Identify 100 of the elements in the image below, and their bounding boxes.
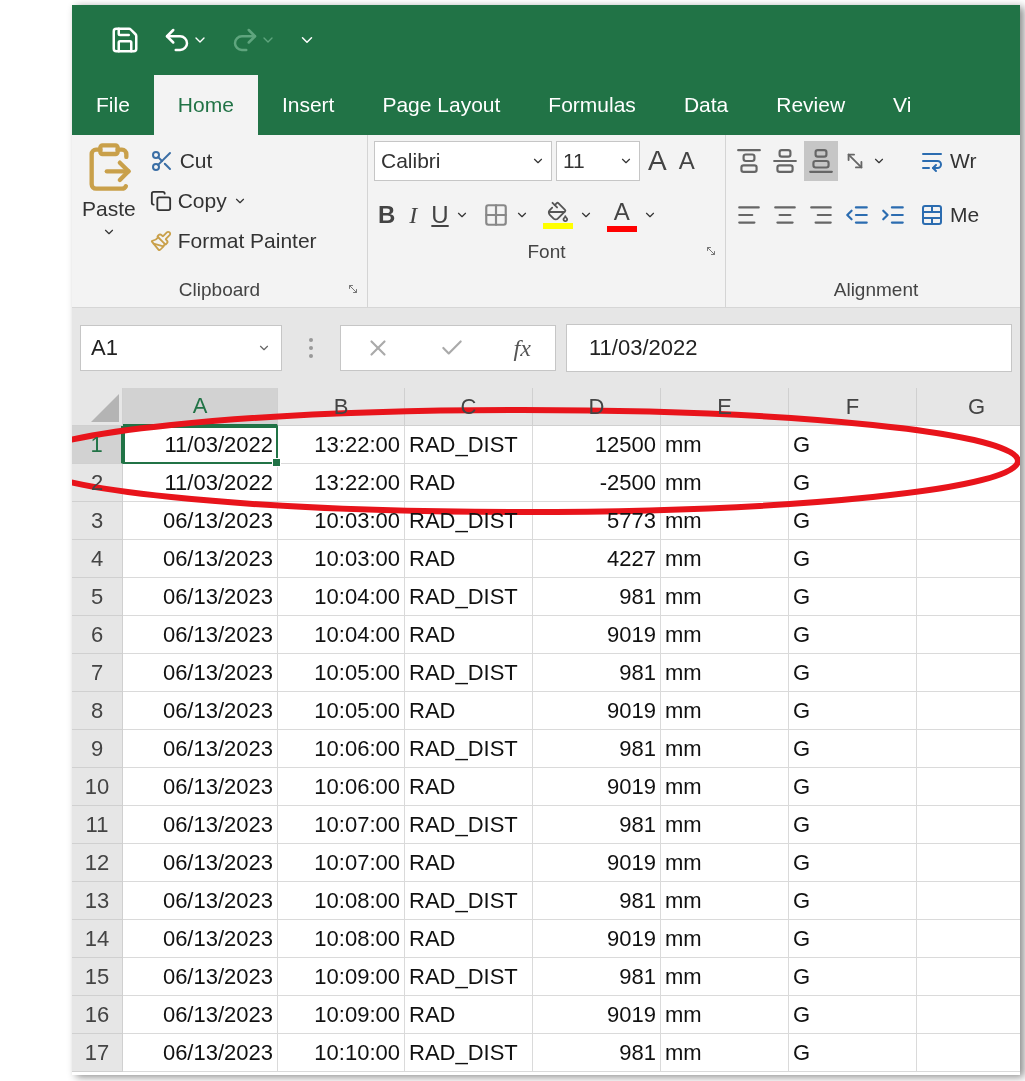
table-cell: mm	[665, 963, 702, 990]
table-cell: G	[793, 1001, 811, 1028]
launcher-icon	[347, 283, 359, 295]
table-cell: RAD	[409, 545, 456, 572]
table-cell: RAD	[409, 697, 456, 724]
bold-button[interactable]: B	[374, 195, 400, 235]
row-header[interactable]: 11	[72, 806, 123, 844]
table-cell: 9019	[607, 697, 656, 724]
table-cell: RAD	[409, 849, 456, 876]
ribbon-tab[interactable]: Review	[752, 75, 870, 135]
row-header[interactable]: 8	[72, 692, 123, 730]
save-button[interactable]	[110, 25, 140, 55]
font-name-field[interactable]: Calibri	[374, 141, 552, 181]
row-header[interactable]: 7	[72, 654, 123, 692]
row-header[interactable]: 13	[72, 882, 123, 920]
table-cell: 10:08:00	[314, 887, 400, 914]
underline-button[interactable]: U	[427, 195, 473, 235]
table-cell: 06/13/2023	[162, 545, 273, 572]
ribbon-tab[interactable]: File	[72, 75, 154, 135]
active-cell[interactable]: 11/03/2022	[123, 426, 278, 464]
table-cell: RAD_DIST	[409, 811, 518, 838]
paintbrush-icon	[149, 230, 172, 252]
table-cell: 9019	[607, 773, 656, 800]
ribbon-tab[interactable]: Home	[153, 75, 258, 135]
table-cell: 10:04:00	[314, 621, 400, 648]
table-cell: mm	[665, 659, 702, 686]
font-size-field[interactable]: 11	[556, 141, 640, 181]
wrap-text-button[interactable]: Wr	[916, 141, 984, 181]
ribbon-tab[interactable]: Insert	[257, 75, 359, 135]
table-cell: 10:05:00	[314, 697, 400, 724]
align-icon	[736, 148, 762, 174]
table-cell: mm	[665, 887, 702, 914]
borders-icon	[482, 202, 509, 228]
ribbon-tab[interactable]: Vi	[869, 75, 936, 135]
table-cell: 10:09:00	[314, 963, 400, 990]
table-cell: 9019	[607, 849, 656, 876]
table-cell: G	[793, 545, 811, 572]
insert-function-button[interactable]: fx	[513, 334, 531, 362]
merge-button[interactable]: Me	[916, 195, 984, 235]
table-cell: 10:10:00	[314, 1039, 400, 1066]
table-cell: mm	[665, 583, 702, 610]
column-header[interactable]: G	[917, 388, 1020, 426]
ribbon-tab[interactable]: Page Layout	[358, 75, 525, 135]
row-header[interactable]: 5	[72, 578, 123, 616]
table-cell: 9019	[607, 621, 656, 648]
vertical-align-button[interactable]	[804, 141, 838, 181]
ribbon-tab[interactable]: Formulas	[524, 75, 660, 135]
row-header[interactable]: 12	[72, 844, 123, 882]
format-painter-button[interactable]: Format Painter	[145, 221, 321, 261]
table-cell: RAD_DIST	[409, 963, 518, 990]
copy-button[interactable]: Copy	[145, 181, 321, 221]
table-cell: mm	[665, 621, 702, 648]
name-box[interactable]: A1	[80, 325, 282, 371]
table-cell: 10:07:00	[314, 811, 400, 838]
table-cell: 13:22:00	[314, 469, 400, 496]
row-header[interactable]: 15	[72, 958, 123, 996]
table-cell: G	[793, 1039, 811, 1066]
paint-bucket-icon	[542, 201, 573, 229]
italic-button[interactable]: I	[405, 195, 422, 235]
table-cell: G	[793, 849, 811, 876]
table-cell: 06/13/2023	[162, 621, 273, 648]
table-cell: RAD	[409, 773, 456, 800]
table-cell: 06/13/2023	[162, 659, 273, 686]
row-header[interactable]: 16	[72, 996, 123, 1034]
table-cell: 981	[619, 1039, 656, 1066]
scissors-icon	[149, 149, 174, 173]
row-header[interactable]: 14	[72, 920, 123, 958]
table-cell: RAD_DIST	[409, 431, 518, 458]
fill-handle[interactable]	[272, 458, 281, 467]
group-label: Clipboard	[178, 279, 261, 301]
row-header[interactable]: 6	[72, 616, 123, 654]
table-cell: 981	[619, 659, 656, 686]
dialog-launcher[interactable]	[705, 245, 717, 257]
grip-icon	[308, 337, 314, 359]
table-cell: 9019	[607, 1001, 656, 1028]
table-cell: mm	[665, 507, 702, 534]
table-cell: 11/03/2022	[164, 431, 273, 458]
table-cell: 4227	[607, 545, 656, 572]
row-header[interactable]: 3	[72, 502, 123, 540]
row-header[interactable]: 4	[72, 540, 123, 578]
table-cell: G	[793, 659, 811, 686]
dialog-launcher[interactable]	[347, 283, 359, 295]
table-cell: mm	[665, 697, 702, 724]
table-cell: 5773	[607, 507, 656, 534]
triangle-icon	[91, 394, 119, 422]
table-cell: G	[793, 887, 811, 914]
row-header[interactable]: 9	[72, 730, 123, 768]
cut-button[interactable]: Cut	[145, 141, 321, 181]
row-header[interactable]: 17	[72, 1034, 123, 1072]
ribbon-tab[interactable]: Data	[659, 75, 753, 135]
formula-field[interactable]: 11/03/2022	[566, 324, 1012, 372]
table-cell: 06/13/2023	[162, 1001, 273, 1028]
table-cell: 06/13/2023	[162, 773, 273, 800]
font-color-button[interactable]: A	[602, 195, 661, 235]
paste-button[interactable]: Paste	[78, 141, 140, 273]
grow-font-button[interactable]: A	[644, 141, 671, 181]
row-header[interactable]: 10	[72, 768, 123, 806]
table-cell: mm	[665, 1001, 702, 1028]
table-cell: mm	[665, 811, 702, 838]
shrink-font-button[interactable]: A	[674, 141, 699, 181]
